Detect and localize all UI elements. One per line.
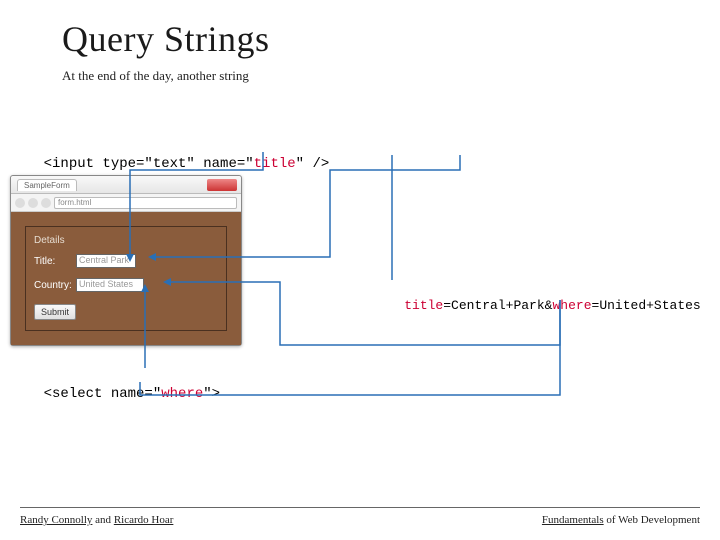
reload-icon xyxy=(41,198,51,208)
country-select: United States xyxy=(76,278,144,292)
book-title-rest: of Web Development xyxy=(604,514,700,526)
country-label: Country: xyxy=(34,280,72,291)
slide-subtitle: At the end of the day, another string xyxy=(62,68,249,84)
code-select-line: <select name="where"> xyxy=(10,370,220,418)
query-string: title=Central+Park&where=United+States xyxy=(373,283,701,328)
slide-title: Query Strings xyxy=(62,18,270,60)
author-2: Ricardo Hoar xyxy=(114,514,174,526)
browser-tab: SampleForm xyxy=(17,179,77,191)
code-name-title: title xyxy=(254,156,296,172)
qs-val: United+States xyxy=(599,298,700,313)
footer: Randy Connolly and Ricardo Hoar Fundamen… xyxy=(20,507,700,526)
submit-button: Submit xyxy=(34,304,76,320)
code-text: <select name=" xyxy=(44,386,162,402)
qs-key: title xyxy=(404,298,443,313)
code-name-where: where xyxy=(161,386,203,402)
title-row: Title: Central Park xyxy=(34,254,218,268)
footer-right: Fundamentals of Web Development xyxy=(542,514,700,526)
author-1: Randy Connolly xyxy=(20,514,92,526)
book-title-part: Fundamentals xyxy=(542,514,604,526)
browser-titlebar: SampleForm xyxy=(11,176,241,194)
fieldset-legend: Details xyxy=(34,235,218,246)
code-text: "> xyxy=(203,386,220,402)
browser-body: Details Title: Central Park Country: Uni… xyxy=(11,212,241,345)
title-label: Title: xyxy=(34,256,72,267)
form-fieldset: Details Title: Central Park Country: Uni… xyxy=(25,226,227,331)
country-row: Country: United States xyxy=(34,278,218,292)
footer-and: and xyxy=(92,514,113,526)
qs-val: Central+Park xyxy=(451,298,545,313)
title-input: Central Park xyxy=(76,254,136,268)
browser-toolbar: form.html xyxy=(11,194,241,212)
code-text: <input type="text" name=" xyxy=(44,156,254,172)
browser-mock: SampleForm form.html Details Title: Cent… xyxy=(10,175,242,346)
code-text: " /> xyxy=(296,156,330,172)
footer-left: Randy Connolly and Ricardo Hoar xyxy=(20,514,173,526)
back-icon xyxy=(15,198,25,208)
forward-icon xyxy=(28,198,38,208)
qs-key: where xyxy=(552,298,591,313)
url-field: form.html xyxy=(54,197,237,209)
qs-eq: = xyxy=(443,298,451,313)
